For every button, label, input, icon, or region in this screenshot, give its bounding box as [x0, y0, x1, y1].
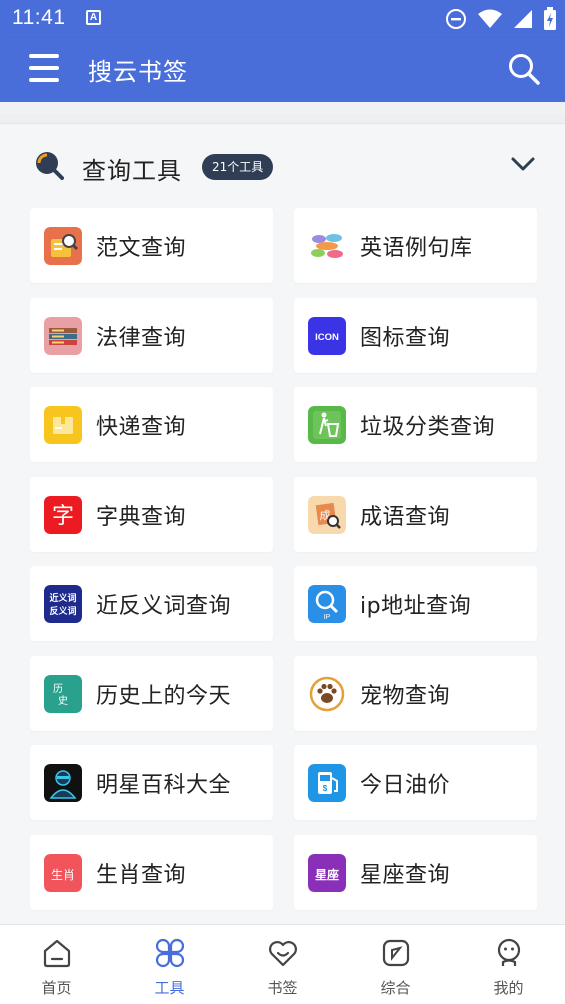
- tool-card[interactable]: 宠物查询: [294, 655, 537, 731]
- dictionary-icon: 字: [44, 495, 82, 534]
- signal-icon: [514, 10, 532, 28]
- tool-label: 范文查询: [96, 236, 187, 261]
- tab-general[interactable]: 综合: [339, 925, 452, 1004]
- tool-label: 快递查询: [96, 415, 187, 440]
- synonym-icon-line2: 反义词: [49, 605, 76, 617]
- search-icon[interactable]: [507, 52, 541, 86]
- tool-card[interactable]: $ 今日油价: [294, 745, 537, 820]
- tool-label: 星座查询: [360, 862, 451, 888]
- tool-label: 成语查询: [360, 504, 451, 530]
- tool-card[interactable]: ICON 图标查询: [294, 297, 537, 373]
- tool-label: 近反义词查询: [96, 594, 232, 619]
- tab-label: 工具: [154, 979, 185, 997]
- tool-card[interactable]: 字 字典查询: [30, 476, 273, 552]
- tool-label: 法律查询: [96, 325, 187, 351]
- app-title: 搜云书签: [88, 58, 188, 86]
- tool-card[interactable]: 生肖 生肖查询: [30, 834, 273, 910]
- tool-label: 明星百科大全: [96, 773, 232, 798]
- status-icons: [445, 7, 557, 31]
- battery-icon: [544, 7, 556, 30]
- tool-count-badge: 21个工具: [202, 154, 274, 180]
- tab-tools[interactable]: 工具: [113, 925, 226, 1004]
- tool-label: 宠物查询: [360, 683, 451, 709]
- law-books-icon: [44, 316, 82, 355]
- english-bubbles-icon: [308, 227, 346, 265]
- zodiac-icon-text: 生肖: [51, 868, 75, 882]
- pet-paw-icon: [308, 674, 346, 713]
- ip-icon-text: IP: [324, 614, 331, 621]
- tool-card[interactable]: 快递查询: [30, 387, 273, 462]
- app-notification-icon: A: [86, 10, 101, 25]
- tab-bookmarks[interactable]: 书签: [226, 925, 339, 1004]
- celebrity-icon: [44, 764, 82, 802]
- tool-card[interactable]: 星座 星座查询: [294, 834, 537, 910]
- ip-lookup-icon: IP: [308, 585, 346, 623]
- tool-card[interactable]: IP ip地址查询: [294, 566, 537, 641]
- app-bar: 搜云书签: [0, 38, 565, 102]
- express-box-icon: [44, 406, 82, 444]
- zodiac-animal-icon: 生肖: [44, 853, 82, 892]
- tools-clover-icon: [155, 938, 185, 968]
- tool-card[interactable]: 近义词 反义词 近反义词查询: [30, 566, 273, 641]
- history-icon: 历史: [44, 674, 82, 713]
- dictionary-icon-text: 字: [52, 504, 74, 529]
- tool-card[interactable]: 历史 历史上的今天: [30, 655, 273, 731]
- home-icon: [43, 939, 71, 968]
- tool-label: ip地址查询: [360, 594, 472, 619]
- tool-label: 字典查询: [96, 504, 187, 530]
- idiom-icon: 成: [308, 495, 346, 534]
- tool-card[interactable]: 垃圾分类查询: [294, 387, 537, 462]
- bottom-tab-bar: 首页 工具 书签 综合 我的: [0, 924, 565, 1004]
- do-not-disturb-icon: [446, 9, 466, 29]
- status-bar: 11:41 A: [0, 0, 565, 38]
- synonym-icon: 近义词反义词: [44, 585, 82, 623]
- bookmark-heart-icon: [269, 941, 297, 967]
- tool-label: 历史上的今天: [96, 683, 232, 709]
- compass-icon: [382, 939, 410, 967]
- tool-label: 生肖查询: [96, 862, 187, 888]
- tool-card[interactable]: 明星百科大全: [30, 745, 273, 820]
- section-title: 查询工具: [82, 157, 182, 185]
- history-icon-line1: 历: [53, 683, 63, 695]
- tool-card[interactable]: 成 成语查询: [294, 476, 537, 552]
- svg-text:$: $: [323, 784, 328, 793]
- tab-label: 书签: [267, 979, 298, 997]
- tool-label: 图标查询: [360, 325, 451, 351]
- tool-label: 垃圾分类查询: [360, 415, 496, 440]
- tab-label: 首页: [41, 979, 72, 997]
- wifi-icon: [478, 9, 502, 28]
- constellation-icon: 星座: [308, 853, 346, 892]
- chevron-down-icon[interactable]: [510, 154, 536, 174]
- fuel-price-icon: $: [308, 764, 346, 802]
- magnifier-section-icon: [36, 152, 64, 180]
- icon-search-text: ICON: [315, 332, 339, 343]
- menu-icon[interactable]: [29, 54, 59, 82]
- trash-sort-icon: [308, 406, 346, 444]
- history-icon-line2: 史: [58, 695, 68, 707]
- tab-label: 综合: [380, 979, 411, 997]
- section-header[interactable]: 查询工具 21个工具: [0, 124, 565, 204]
- status-time: 11:41: [12, 6, 66, 29]
- tab-profile[interactable]: 我的: [452, 925, 565, 1004]
- essay-icon: [44, 227, 82, 265]
- banner-strip: [0, 102, 565, 124]
- constellation-icon-text: 星座: [315, 867, 339, 882]
- tool-card[interactable]: 法律查询: [30, 297, 273, 373]
- synonym-icon-line1: 近义词: [49, 592, 76, 604]
- tool-card[interactable]: 英语例句库: [294, 208, 537, 283]
- icon-search-icon: ICON: [308, 316, 346, 355]
- tool-label: 英语例句库: [360, 236, 473, 261]
- tool-label: 今日油价: [360, 773, 451, 798]
- profile-icon: [497, 938, 521, 966]
- tab-label: 我的: [493, 979, 524, 997]
- tool-card[interactable]: 范文查询: [30, 208, 273, 283]
- tab-home[interactable]: 首页: [0, 925, 113, 1004]
